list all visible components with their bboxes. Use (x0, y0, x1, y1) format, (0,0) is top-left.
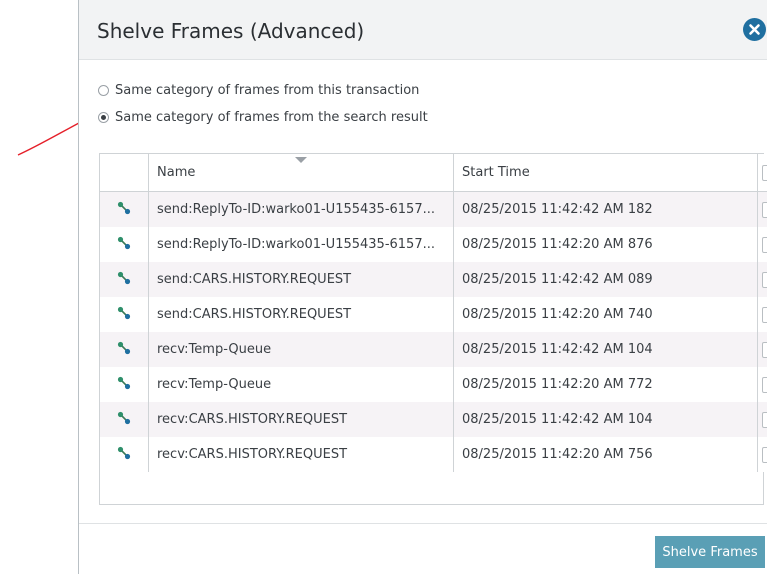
row-icon-cell (100, 297, 149, 332)
row-start-time: 08/25/2015 11:42:42 AM 104 (453, 402, 758, 437)
row-start-time: 08/25/2015 11:42:42 AM 104 (453, 332, 758, 367)
row-checkbox-cell (757, 437, 767, 472)
table-row[interactable]: recv:CARS.HISTORY.REQUEST 08/25/2015 11:4… (100, 402, 767, 437)
select-all-checkbox[interactable] (762, 164, 767, 181)
row-icon-cell (100, 191, 149, 227)
row-name: recv:Temp-Queue (148, 367, 454, 402)
row-icon-cell (100, 437, 149, 472)
shelve-frames-dialog: Shelve Frames (Advanced) Same category o… (78, 0, 767, 574)
name-column-header[interactable]: Name (148, 154, 454, 192)
row-start-time: 08/25/2015 11:42:42 AM 182 (453, 191, 758, 227)
table-row[interactable]: send:ReplyTo-ID:warko01-U155435-6157... 0… (100, 191, 767, 227)
row-start-time: 08/25/2015 11:42:20 AM 756 (453, 437, 758, 472)
row-start-time: 08/25/2015 11:42:20 AM 876 (453, 227, 758, 262)
row-icon-cell (100, 332, 149, 367)
option-label: Same category of frames from the search … (115, 109, 428, 125)
row-checkbox-cell (757, 227, 767, 262)
shelve-frames-button[interactable]: Shelve Frames (655, 536, 765, 568)
row-name: send:ReplyTo-ID:warko01-U155435-6157... (148, 227, 454, 262)
row-checkbox-cell (757, 191, 767, 227)
radio-button-selected[interactable] (98, 111, 109, 123)
row-icon-cell (100, 367, 149, 402)
row-checkbox[interactable] (762, 446, 767, 463)
row-start-time: 08/25/2015 11:42:42 AM 089 (453, 262, 758, 297)
row-checkbox[interactable] (762, 376, 767, 393)
connection-link-icon (117, 236, 131, 249)
row-checkbox-cell (757, 402, 767, 437)
frames-table: Name Start Time send:ReplyTo-ID:warko01-… (99, 153, 767, 505)
footer-divider (79, 523, 767, 524)
connection-link-icon (117, 341, 131, 354)
row-icon-cell (100, 262, 149, 297)
connection-link-icon (117, 271, 131, 284)
option-label: Same category of frames from this transa… (115, 82, 420, 98)
close-button[interactable] (743, 18, 766, 41)
table-row[interactable]: send:CARS.HISTORY.REQUEST 08/25/2015 11:4… (100, 262, 767, 297)
sort-caret-icon (295, 157, 307, 163)
connection-link-icon (117, 306, 131, 319)
row-icon-cell (100, 227, 149, 262)
row-start-time: 08/25/2015 11:42:20 AM 740 (453, 297, 758, 332)
row-icon-cell (100, 402, 149, 437)
table-row[interactable]: recv:CARS.HISTORY.REQUEST 08/25/2015 11:4… (100, 437, 767, 472)
table-row[interactable]: recv:Temp-Queue 08/25/2015 11:42:42 AM 10… (100, 332, 767, 367)
icon-column-header (100, 154, 149, 192)
dialog-title: Shelve Frames (Advanced) (97, 19, 365, 43)
row-checkbox[interactable] (762, 341, 767, 358)
row-name: recv:Temp-Queue (148, 332, 454, 367)
select-all-header (757, 154, 767, 192)
option-search-result[interactable]: Same category of frames from the search … (98, 108, 428, 126)
row-start-time: 08/25/2015 11:42:20 AM 772 (453, 367, 758, 402)
row-name: send:ReplyTo-ID:warko01-U155435-6157... (148, 191, 454, 227)
row-name: send:CARS.HISTORY.REQUEST (148, 262, 454, 297)
row-name: send:CARS.HISTORY.REQUEST (148, 297, 454, 332)
row-name: recv:CARS.HISTORY.REQUEST (148, 402, 454, 437)
row-checkbox[interactable] (762, 411, 767, 428)
table-row[interactable]: recv:Temp-Queue 08/25/2015 11:42:20 AM 77… (100, 367, 767, 402)
table-row[interactable]: send:CARS.HISTORY.REQUEST 08/25/2015 11:4… (100, 297, 767, 332)
dialog-header: Shelve Frames (Advanced) (79, 0, 767, 60)
row-name: recv:CARS.HISTORY.REQUEST (148, 437, 454, 472)
row-checkbox[interactable] (762, 201, 767, 218)
start-time-column-header[interactable]: Start Time (453, 154, 758, 192)
row-checkbox-cell (757, 297, 767, 332)
row-checkbox[interactable] (762, 236, 767, 253)
option-this-transaction[interactable]: Same category of frames from this transa… (98, 81, 419, 99)
row-checkbox-cell (757, 367, 767, 402)
close-icon (749, 24, 760, 35)
radio-button[interactable] (98, 84, 109, 96)
connection-link-icon (117, 376, 131, 389)
row-checkbox-cell (757, 332, 767, 367)
connection-link-icon (117, 201, 131, 214)
table-row[interactable]: send:ReplyTo-ID:warko01-U155435-6157... 0… (100, 227, 767, 262)
row-checkbox-cell (757, 262, 767, 297)
connection-link-icon (117, 446, 131, 459)
table-header-row: Name Start Time (100, 154, 767, 192)
connection-link-icon (117, 411, 131, 424)
row-checkbox[interactable] (762, 271, 767, 288)
row-checkbox[interactable] (762, 306, 767, 323)
